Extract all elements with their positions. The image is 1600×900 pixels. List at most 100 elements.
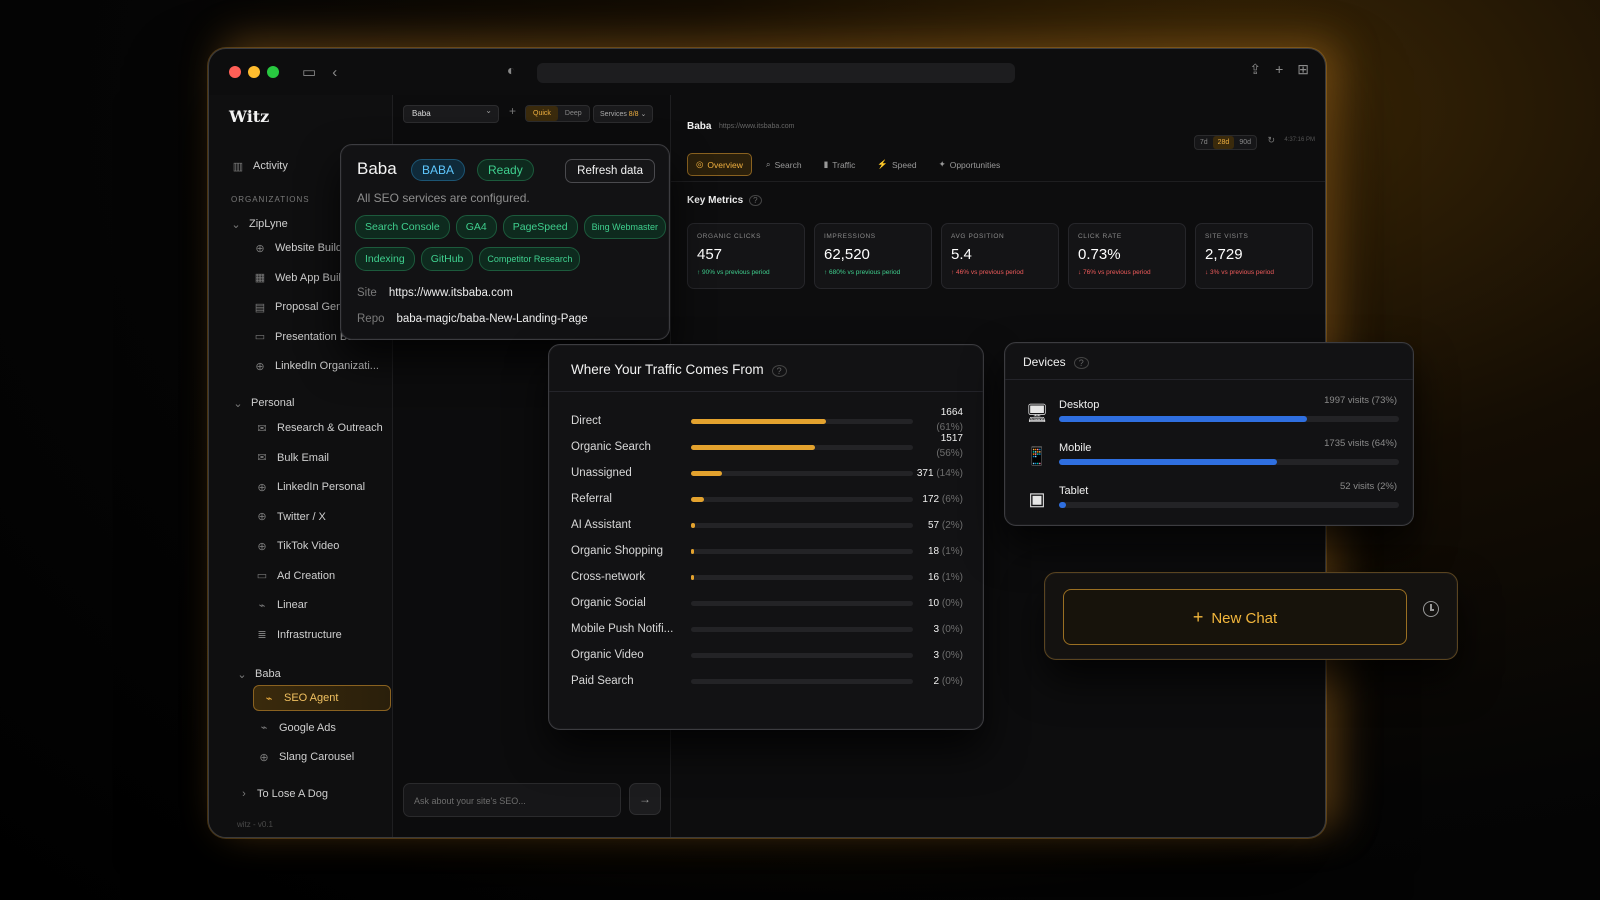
sidebar-item-web-app-buil[interactable]: ▦ Web App Buil [253, 265, 341, 291]
sidebar-group-baba[interactable]: ⌄ Baba [237, 661, 281, 687]
metric-change: ↑ 680% vs previous period [824, 269, 901, 276]
range-28d-button[interactable]: 28d [1212, 136, 1235, 149]
metric-card-click-rate: CLICK RATE 0.73% ↓ 76% vs previous period [1068, 223, 1186, 289]
sidebar-item-proposal-gen[interactable]: ▤ Proposal Gen [253, 294, 342, 320]
traffic-percent: (1%) [941, 546, 963, 557]
history-clock-icon[interactable] [1423, 601, 1439, 617]
range-7d-button[interactable]: 7d [1195, 136, 1213, 149]
bar-chart-icon: ▮ [823, 159, 829, 169]
traffic-count: 371 (14%) [917, 466, 963, 481]
metric-card-impressions: IMPRESSIONS 62,520 ↑ 680% vs previous peri… [814, 223, 932, 289]
traffic-bar-track [691, 653, 913, 658]
sidebar-item-twitter-x[interactable]: ⊕ Twitter / X [255, 504, 326, 530]
range-90d-button[interactable]: 90d [1234, 136, 1256, 149]
sidebar-item-research-outreach[interactable]: ✉ Research & Outreach [255, 415, 383, 441]
traffic-percent: (56%) [936, 448, 963, 459]
server-icon: ≣ [257, 629, 267, 641]
service-pill-indexing[interactable]: Indexing [355, 247, 415, 271]
sidebar-item-label: LinkedIn Organizati... [275, 360, 379, 372]
metric-label: AVG POSITION [951, 233, 1005, 240]
sidebar-item-slang-carousel[interactable]: ⊕ Slang Carousel [257, 744, 354, 770]
back-icon[interactable]: ‹ [332, 64, 337, 81]
services-dropdown[interactable]: Services 8/8 ⌄ [593, 105, 654, 123]
tab-overview-icon[interactable]: ⊞ [1297, 61, 1309, 78]
address-bar[interactable] [537, 63, 1015, 83]
refresh-icon[interactable]: ↻ [1267, 135, 1275, 146]
sidebar-toggle-icon[interactable]: ▭ [302, 63, 316, 81]
help-icon[interactable]: ? [771, 365, 787, 377]
tab-search[interactable]: ⌕ Search [758, 153, 810, 176]
add-project-icon[interactable]: + [509, 104, 516, 118]
metric-label: SITE VISITS [1205, 233, 1249, 240]
minimize-window-button[interactable] [248, 66, 260, 78]
sidebar-group-personal[interactable]: ⌄ Personal [233, 390, 294, 416]
sidebar-item-google-ads[interactable]: ⌁ Google Ads [257, 715, 336, 741]
sidebar-item-tiktok-video[interactable]: ⊕ TikTok Video [255, 533, 339, 559]
refresh-data-button[interactable]: Refresh data [565, 159, 655, 183]
share-icon[interactable]: ⇪ [1249, 61, 1261, 78]
traffic-percent: (0%) [941, 650, 963, 661]
tab-traffic[interactable]: ▮ Traffic [816, 153, 864, 176]
status-badge: Ready [477, 159, 534, 181]
send-button[interactable]: → [629, 783, 661, 815]
traffic-count-value: 371 [916, 468, 934, 479]
traffic-bar [691, 471, 723, 476]
service-pill-competitor-research[interactable]: Competitor Research [479, 247, 581, 271]
metric-label: ORGANIC CLICKS [697, 233, 762, 240]
sidebar-item-seo-agent[interactable]: ⌁ SEO Agent [253, 685, 391, 711]
traffic-count: 172 (6%) [922, 492, 963, 507]
zoom-window-button[interactable] [267, 66, 279, 78]
traffic-bar [691, 523, 696, 528]
sidebar-item-linkedin-personal[interactable]: ⊕ LinkedIn Personal [255, 474, 365, 500]
device-bar [1059, 416, 1308, 422]
help-icon[interactable]: ? [1073, 357, 1089, 369]
new-chat-button[interactable]: + New Chat [1063, 589, 1407, 645]
site-value[interactable]: https://www.itsbaba.com [389, 287, 513, 299]
sidebar-item-ad-creation[interactable]: ▭ Ad Creation [255, 563, 335, 589]
project-select[interactable]: Baba [403, 105, 499, 123]
sidebar-group-label: Baba [255, 668, 281, 680]
services-count: 8/8 [628, 111, 639, 118]
sidebar-item-label: Infrastructure [277, 628, 342, 641]
devices-card: Devices? 🖥 Desktop 1997 visits (73%) 📱 Mobil… [1004, 342, 1414, 526]
mode-quick-button[interactable]: Quick [526, 106, 558, 121]
device-visits: 1735 visits (64%) [1324, 438, 1397, 449]
metric-value: 2,729 [1205, 246, 1243, 263]
repo-value[interactable]: baba-magic/baba-New-Landing-Page [397, 313, 588, 325]
sidebar-item-activity[interactable]: ▥ Activity [231, 153, 288, 179]
sidebar-item-infrastructure[interactable]: ≣ Infrastructure [255, 622, 342, 648]
sidebar-item-label: Research & Outreach [277, 422, 383, 434]
service-pill-search-console[interactable]: Search Console [355, 215, 450, 239]
site-url[interactable]: https://www.itsbaba.com [719, 123, 794, 130]
traffic-row: Direct 1664 (61%) [549, 407, 983, 435]
tab-opportunities[interactable]: ✦ Opportunities [931, 153, 1009, 176]
chat-input[interactable]: Ask about your site's SEO... [403, 783, 621, 817]
traffic-count: 2 (0%) [934, 674, 963, 689]
sidebar-item-label: Website Build [275, 242, 343, 254]
mode-deep-button[interactable]: Deep [558, 106, 589, 121]
tab-speed[interactable]: ⚡ Speed [869, 153, 924, 176]
contrast-icon[interactable]: ◐ [507, 62, 515, 78]
service-pill-bing-webmaster[interactable]: Bing Webmaster [583, 215, 666, 239]
service-pill-github[interactable]: GitHub [420, 247, 474, 271]
search-icon: ⌕ [765, 159, 771, 169]
service-pill-pagespeed[interactable]: PageSpeed [502, 215, 578, 239]
sidebar-item-label: SEO Agent [284, 692, 339, 704]
sidebar-item-label: Activity [253, 160, 288, 172]
traffic-row: Unassigned 371 (14%) [549, 463, 983, 487]
sidebar-group-to-lose-a-dog[interactable]: › To Lose A Dog [239, 781, 328, 807]
sidebar-item-bulk-email[interactable]: ✉ Bulk Email [255, 445, 329, 471]
grid-icon: ▦ [254, 272, 266, 284]
help-icon[interactable]: ? [749, 195, 762, 206]
close-window-button[interactable] [229, 66, 241, 78]
traffic-row: Organic Shopping 18 (1%) [549, 541, 983, 565]
sidebar-group-ziplyne[interactable]: ⌄ ZipLyne [231, 211, 287, 237]
service-pill-ga4[interactable]: GA4 [455, 215, 497, 239]
new-tab-icon[interactable]: + [1275, 61, 1283, 78]
traffic-count: 3 (0%) [934, 648, 963, 663]
tab-overview[interactable]: ◎ Overview [687, 153, 752, 176]
date-range-toggle: 7d 28d 90d [1193, 135, 1257, 150]
sidebar-item-linear[interactable]: ⌁ Linear [255, 592, 308, 618]
sidebar-item-website-build[interactable]: ⊕ Website Build [253, 235, 342, 261]
sidebar-item-linkedin-organizati[interactable]: ⊕ LinkedIn Organizati... [253, 353, 379, 379]
